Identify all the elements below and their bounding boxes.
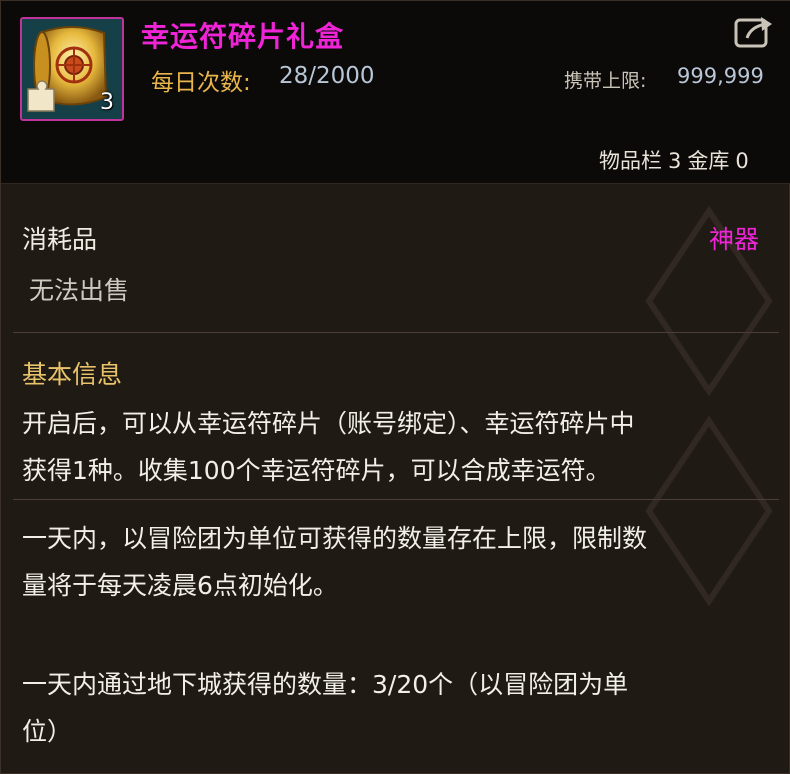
share-icon[interactable]	[733, 14, 775, 50]
section-title: 基本信息	[22, 360, 123, 389]
dungeon-limit-line: 位）	[22, 717, 73, 746]
limit-line: 量将于每天凌晨6点初始化。	[22, 571, 338, 600]
limit-text: 一天内，以冒险团为单位可获得的数量存在上限，限制数 量将于每天凌晨6点初始化。	[22, 515, 770, 609]
item-name: 幸运符碎片礼盒	[141, 20, 345, 53]
divider	[13, 332, 779, 333]
vault-count: 0	[735, 149, 749, 173]
dungeon-limit-line: 一天内通过地下城获得的数量：3/20个（以冒险团为单	[22, 670, 629, 699]
bag-label: 物品栏	[599, 149, 662, 173]
item-category: 消耗品	[22, 225, 98, 254]
tooltip-header: 3 幸运符碎片礼盒 每日次数: 28/2000 携带上限: 999,999 物品…	[1, 1, 790, 184]
carry-limit-value: 999,999	[677, 64, 764, 88]
daily-limit-label: 每日次数:	[151, 70, 251, 96]
stack-count: 3	[100, 90, 114, 115]
daily-limit-value: 28/2000	[279, 63, 375, 89]
description-line: 开启后，可以从幸运符碎片（账号绑定）、幸运符碎片中	[22, 409, 635, 438]
item-tooltip: 3 幸运符碎片礼盒 每日次数: 28/2000 携带上限: 999,999 物品…	[0, 0, 790, 774]
dungeon-limit-text: 一天内通过地下城获得的数量：3/20个（以冒险团为单 位）	[22, 661, 770, 755]
carry-limit-label: 携带上限:	[564, 70, 647, 92]
sell-status: 无法出售	[29, 276, 130, 305]
item-icon-slot[interactable]: 3	[20, 17, 124, 121]
description-line: 获得1种。收集100个幸运符碎片，可以合成幸运符。	[22, 456, 611, 485]
bag-count: 3	[668, 149, 682, 173]
description-text: 开启后，可以从幸运符碎片（账号绑定）、幸运符碎片中 获得1种。收集100个幸运符…	[22, 400, 770, 494]
divider	[13, 499, 779, 500]
limit-line: 一天内，以冒险团为单位可获得的数量存在上限，限制数	[22, 524, 648, 553]
inventory-counts: 物品栏 3 金库 0	[599, 145, 755, 175]
vault-label: 金库	[687, 149, 730, 173]
item-rarity: 神器	[709, 225, 760, 254]
